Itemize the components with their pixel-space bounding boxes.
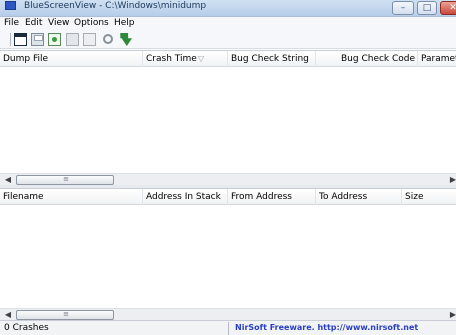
title-bar: BlueScreenView - C:\Windows\minidump – □… — [0, 0, 456, 17]
column-label: Address In Stack — [146, 192, 221, 202]
column-dump-file[interactable]: Dump File — [0, 51, 143, 67]
status-bar: 0 Crashes NirSoft Freeware. http://www.n… — [0, 320, 456, 335]
save-icon[interactable] — [31, 33, 44, 46]
find-icon[interactable] — [103, 34, 113, 44]
toolbar-separator — [10, 33, 11, 46]
column-bug-check-code[interactable]: Bug Check Code — [316, 51, 418, 67]
crash-list[interactable]: Dump File Crash Time ▽ Bug Check String B… — [0, 50, 456, 185]
column-label: Bug Check String — [231, 54, 309, 64]
minimize-button[interactable]: – — [392, 1, 414, 15]
grip-icon: ≡ — [63, 310, 69, 318]
column-label: Bug Check Code — [341, 54, 416, 64]
menu-bar: File Edit View Options Help — [0, 17, 456, 30]
window-title: BlueScreenView - C:\Windows\minidump — [24, 1, 207, 11]
window-icon[interactable] — [14, 33, 27, 46]
crash-count: 0 Crashes — [4, 323, 49, 333]
column-to-address[interactable]: To Address — [316, 189, 402, 205]
column-label: From Address — [231, 192, 293, 202]
close-button[interactable]: ✕ — [440, 1, 456, 15]
sort-down-icon: ▽ — [198, 54, 205, 63]
toolbar — [0, 30, 456, 49]
app-icon — [5, 1, 16, 10]
menu-edit[interactable]: Edit — [25, 18, 42, 28]
column-crash-time[interactable]: Crash Time ▽ — [143, 51, 228, 67]
column-bug-check-string[interactable]: Bug Check String — [228, 51, 316, 67]
menu-help[interactable]: Help — [114, 18, 135, 28]
html-report-icon[interactable] — [48, 33, 61, 46]
column-from-address[interactable]: From Address — [228, 189, 316, 205]
maximize-button[interactable]: □ — [417, 1, 437, 15]
column-parameter[interactable]: Parameter — [418, 51, 456, 67]
scrollbar-thumb[interactable]: ≡ — [16, 310, 114, 320]
column-label: To Address — [319, 192, 368, 202]
column-size[interactable]: Size — [402, 189, 456, 205]
column-label: Dump File — [3, 54, 49, 64]
column-label: Parameter — [421, 54, 456, 64]
driver-list-header: Filename Address In Stack From Address T… — [0, 189, 456, 205]
horizontal-scrollbar[interactable]: ◀ ≡ ▶ — [0, 173, 456, 185]
column-filename[interactable]: Filename — [0, 189, 143, 205]
driver-list[interactable]: Filename Address In Stack From Address T… — [0, 188, 456, 320]
crash-list-header: Dump File Crash Time ▽ Bug Check String B… — [0, 51, 456, 67]
column-address-in-stack[interactable]: Address In Stack — [143, 189, 228, 205]
menu-options[interactable]: Options — [74, 18, 109, 28]
column-label: Size — [405, 192, 424, 202]
properties-icon[interactable] — [83, 33, 96, 46]
scrollbar-thumb[interactable]: ≡ — [16, 175, 114, 185]
exit-icon[interactable] — [120, 33, 132, 46]
column-label: Filename — [3, 192, 44, 202]
copy-icon[interactable] — [66, 33, 79, 46]
menu-file[interactable]: File — [4, 18, 19, 28]
menu-view[interactable]: View — [48, 18, 69, 28]
horizontal-scrollbar[interactable]: ◀ ≡ ▶ — [0, 308, 456, 320]
nirsoft-link[interactable]: NirSoft Freeware. http://www.nirsoft.net — [235, 323, 418, 332]
grip-icon: ≡ — [63, 175, 69, 183]
status-divider — [228, 322, 229, 335]
column-label: Crash Time — [146, 54, 197, 64]
